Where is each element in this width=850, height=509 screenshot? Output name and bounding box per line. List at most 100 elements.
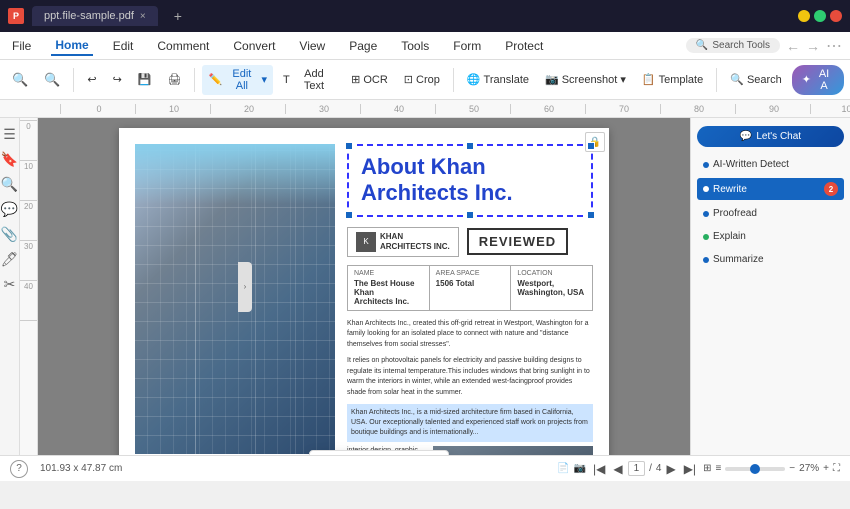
view-mode-icon-1[interactable]: ⊞: [703, 463, 711, 474]
template-btn[interactable]: 📋 Template: [636, 70, 709, 89]
last-page-btn[interactable]: ▶|: [681, 461, 699, 477]
v-ruler-50: [20, 320, 37, 360]
menu-form[interactable]: Form: [449, 37, 485, 55]
save-btn[interactable]: 💾: [132, 70, 158, 89]
toolbar: 🔍 🔍 ↩ ↪ 💾 🖨 ✏️ Edit All ▾ T Add Text ⊞ O…: [0, 60, 850, 100]
menu-tools[interactable]: Tools: [397, 37, 433, 55]
search-btn[interactable]: 🔍 Search: [724, 70, 788, 89]
panel-icon-7[interactable]: ✂: [4, 276, 16, 293]
file-tab[interactable]: ppt.file-sample.pdf ×: [32, 6, 158, 26]
add-tab-btn[interactable]: +: [166, 4, 190, 28]
ai-dot-explain: [703, 234, 709, 240]
document-dimensions: 101.93 x 47.87 cm: [40, 463, 122, 474]
panel-icon-4[interactable]: 💬: [1, 201, 18, 218]
ai-option-explain[interactable]: Explain: [697, 227, 844, 246]
edit-all-label: Edit All: [225, 68, 258, 92]
maximize-btn[interactable]: [814, 10, 826, 22]
minimize-btn[interactable]: [798, 10, 810, 22]
close-btn[interactable]: [830, 10, 842, 22]
v-ruler-20: 20: [20, 200, 37, 240]
ai-chat-btn[interactable]: 💬 Let's Chat: [697, 126, 844, 147]
ruler-60: 60: [510, 104, 585, 114]
nav-back-btn[interactable]: ←: [786, 38, 800, 54]
body-text-1: Khan Architects Inc., created this off-g…: [347, 319, 593, 351]
ruler-30: 30: [285, 104, 360, 114]
fullscreen-btn[interactable]: ⛶: [833, 463, 840, 474]
v-ruler-10: 10: [20, 160, 37, 200]
ai-option-detect[interactable]: AI-Written Detect: [697, 155, 844, 174]
zoom-out-status-btn[interactable]: −: [789, 463, 795, 474]
v-ruler-40: 40: [20, 280, 37, 320]
anchor-tr: [587, 142, 595, 150]
first-page-btn[interactable]: |◀: [590, 461, 608, 477]
horizontal-ruler: 0 10 20 30 40 50 60 70 80 90 100: [0, 100, 850, 118]
logo-box: K KHANARCHITECTS INC.: [347, 227, 459, 257]
edit-all-btn[interactable]: ✏️ Edit All ▾: [202, 65, 273, 95]
view-mode-icon-2[interactable]: ≡: [715, 463, 721, 474]
ai-option-summarize[interactable]: Summarize: [697, 250, 844, 269]
ruler-100: 100: [810, 104, 850, 114]
nav-forward-btn[interactable]: →: [806, 38, 820, 54]
ai-option-rewrite[interactable]: Rewrite 2: [697, 178, 844, 200]
redo-btn[interactable]: ↪: [107, 70, 128, 89]
undo-btn[interactable]: ↩: [81, 70, 102, 89]
close-tab-btn[interactable]: ×: [140, 11, 146, 22]
scan-icon[interactable]: 📷: [574, 463, 586, 474]
panel-icon-6[interactable]: 🖊: [1, 251, 19, 268]
menu-edit[interactable]: Edit: [109, 37, 138, 55]
zoom-in-status-btn[interactable]: +: [823, 463, 829, 474]
screenshot-btn[interactable]: 📷 Screenshot ▾: [539, 70, 632, 89]
menu-convert[interactable]: Convert: [229, 37, 279, 55]
menu-home[interactable]: Home: [51, 36, 92, 56]
menu-page[interactable]: Page: [345, 37, 381, 55]
panel-icon-2[interactable]: 🔖: [1, 151, 18, 168]
company-logo-text: KHANARCHITECTS INC.: [380, 232, 450, 251]
add-text-btn[interactable]: T Add Text: [277, 65, 341, 95]
logo-area: K KHANARCHITECTS INC. REVIEWED: [347, 227, 593, 257]
separator-2: [194, 68, 195, 92]
ai-btn[interactable]: ✦ AI A: [792, 65, 844, 95]
crop-icon: ⊡: [404, 73, 413, 86]
ai-label: AI A: [814, 68, 834, 92]
next-page-btn[interactable]: ▶: [663, 461, 678, 477]
bottom-image: [433, 446, 593, 455]
help-btn[interactable]: ?: [10, 460, 28, 478]
panel-icon-5[interactable]: 📎: [1, 226, 18, 243]
search-icon: 🔍: [730, 73, 744, 86]
menu-comment[interactable]: Comment: [153, 37, 213, 55]
zoom-out-btn[interactable]: 🔍: [6, 69, 34, 91]
save-icon: 💾: [138, 73, 152, 86]
ai-option-proofread[interactable]: Proofread: [697, 204, 844, 223]
page-title: About Khan Architects Inc.: [361, 154, 579, 207]
print-btn[interactable]: 🖨: [162, 70, 188, 89]
ocr-btn[interactable]: ⊞ OCR: [345, 70, 394, 89]
stamp-icon[interactable]: 📄: [557, 463, 569, 474]
prev-page-btn[interactable]: ◀: [610, 461, 625, 477]
status-bar: ? 101.93 x 47.87 cm 📄 📷 |◀ ◀ 1 / 4 ▶ ▶| …: [0, 455, 850, 481]
collapse-panel-btn[interactable]: ›: [238, 262, 252, 312]
page-indicator: 1 / 4: [628, 461, 662, 476]
anchor-br: [587, 211, 595, 219]
search-tools-btn[interactable]: 🔍 Search Tools: [686, 38, 780, 53]
translate-btn[interactable]: 🌐 Translate: [461, 70, 535, 89]
ai-detect-panel-label: AI-Written Detect: [713, 159, 789, 170]
ruler-80: 80: [660, 104, 735, 114]
ai-dot-proofread: [703, 211, 709, 217]
crop-btn[interactable]: ⊡ Crop: [398, 70, 446, 89]
zoom-slider[interactable]: [725, 467, 785, 471]
ocr-icon: ⊞: [351, 73, 360, 86]
total-pages: 4: [656, 463, 662, 474]
current-page[interactable]: 1: [628, 461, 646, 476]
undo-icon: ↩: [87, 73, 96, 86]
menu-protect[interactable]: Protect: [501, 37, 547, 55]
menu-view[interactable]: View: [295, 37, 329, 55]
panel-icon-3[interactable]: 🔍: [1, 176, 18, 193]
chat-label: Let's Chat: [756, 131, 801, 142]
menu-file[interactable]: File: [8, 37, 35, 55]
template-label: Template: [659, 74, 704, 86]
nav-menu-btn[interactable]: ⋯: [826, 36, 842, 56]
print-icon: 🖨: [168, 73, 182, 86]
zoom-in-btn[interactable]: 🔍: [38, 69, 66, 91]
panel-icon-1[interactable]: ☰: [3, 126, 16, 143]
body-text-2: It relies on photovoltaic panels for ele…: [347, 356, 593, 398]
